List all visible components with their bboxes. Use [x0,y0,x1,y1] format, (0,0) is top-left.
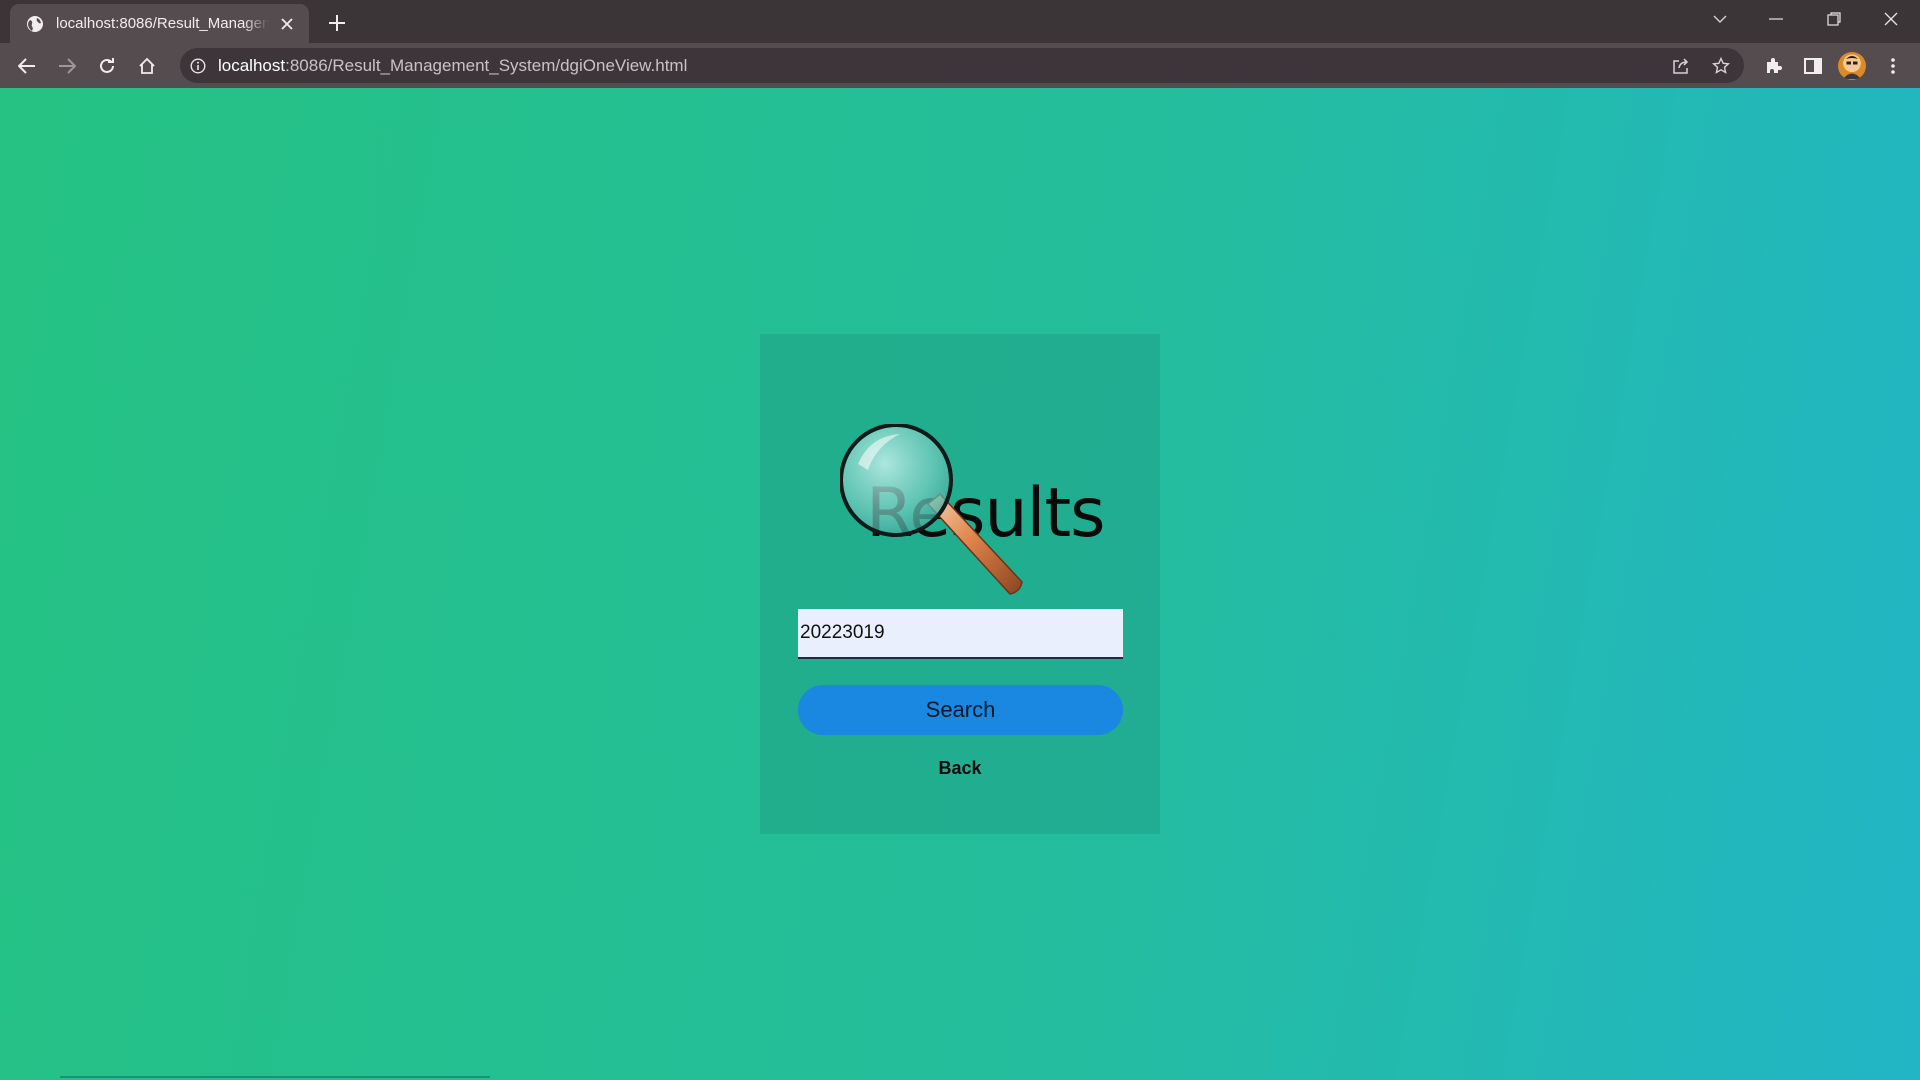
minimize-icon [1769,18,1783,20]
tab-title: localhost:8086/Result_Management_System/… [56,15,269,32]
home-button[interactable] [132,51,162,81]
restore-icon [1827,12,1841,26]
kebab-menu-icon [1891,58,1895,74]
globe-icon [27,15,43,32]
share-icon[interactable] [1668,53,1694,79]
address-bar[interactable]: localhost:8086/Result_Management_System/… [180,48,1744,83]
menu-button[interactable] [1878,51,1908,81]
close-window-button[interactable] [1871,4,1911,34]
magnifier-icon [840,424,1023,595]
side-panel-icon [1804,58,1822,74]
close-icon [1884,12,1898,26]
puzzle-icon [1767,58,1782,73]
avatar[interactable] [1838,52,1866,80]
home-icon [139,57,155,74]
reload-button[interactable] [92,51,122,81]
url-path: :8086/Result_Management_System/dgiOneVie… [285,55,688,75]
reload-icon [100,58,114,73]
back-link[interactable]: Back [760,758,1160,779]
page-background: Results 20223019 Search Back [0,88,1920,1080]
extensions-button[interactable] [1758,51,1788,81]
forward-button[interactable] [52,51,82,81]
close-icon[interactable] [277,14,297,34]
page-scroll-indicator [60,1076,490,1078]
restore-button[interactable] [1814,4,1854,34]
tab-search-button[interactable] [1700,4,1740,34]
url-host: localhost [218,55,286,75]
browser-tab[interactable]: localhost:8086/Result_Management_System/… [10,4,309,43]
chevron-down-icon [1713,15,1727,23]
side-panel-button[interactable] [1798,51,1828,81]
plus-icon [329,15,345,31]
minimize-button[interactable] [1756,4,1796,34]
search-card: Results 20223019 Search Back [760,334,1160,834]
new-tab-button[interactable] [324,10,350,36]
star-icon[interactable] [1708,53,1734,79]
url-text: localhost:8086/Result_Management_System/… [218,56,687,76]
info-icon[interactable] [188,56,208,76]
search-button[interactable]: Search [798,685,1123,735]
tab-strip: localhost:8086/Result_Management_System/… [0,0,1920,43]
search-input[interactable] [798,609,1123,659]
results-logo: Results [840,424,1106,604]
browser-toolbar: localhost:8086/Result_Management_System/… [0,43,1920,88]
arrow-right-icon [59,58,76,74]
arrow-left-icon [18,58,35,74]
back-button[interactable] [12,51,42,81]
